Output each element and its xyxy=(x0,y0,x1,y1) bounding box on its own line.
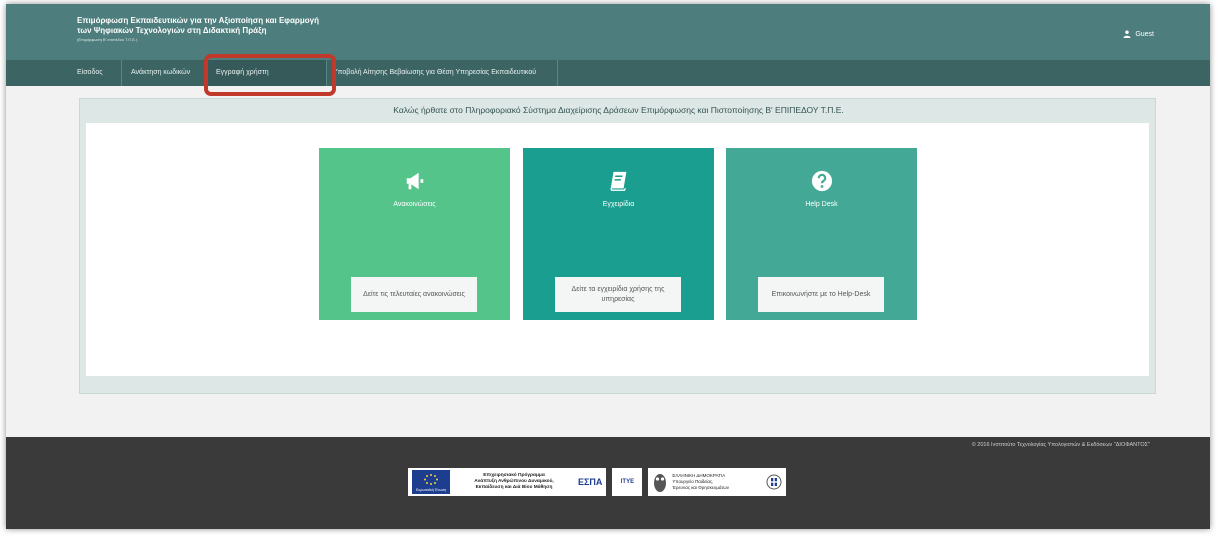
manuals-button[interactable]: Δείτε τα εγχειρίδια χρήσης της υπηρεσίας xyxy=(555,277,681,312)
ministry-owl-icon xyxy=(654,474,667,492)
itye-wordmark: ΙΤΥΕ xyxy=(620,479,635,485)
nav-item-login[interactable]: Είσοδος xyxy=(69,60,122,86)
site-title-line2: των Ψηφιακών Τεχνολογιών στη Διδακτική Π… xyxy=(77,26,267,35)
user-label: Guest xyxy=(1135,30,1154,38)
question-circle-icon xyxy=(811,170,832,192)
card-helpdesk: Help Desk Επικοινωνήστε με το Help-Desk xyxy=(726,148,917,320)
site-title-line3: (Επιμόρφωση Β' επιπέδου Τ.Π.Ε.) xyxy=(77,37,138,42)
main-panel: Καλώς ήρθατε στο Πληροφοριακό Σύστημα Δι… xyxy=(79,98,1156,394)
site-title[interactable]: Επιμόρφωση Εκπαιδευτικών για την Αξιοποί… xyxy=(77,16,319,44)
espa-logo: Ευρωπαϊκή Ένωση Επιχειρησιακό Πρόγραμμα … xyxy=(408,468,607,496)
site-header: Επιμόρφωση Εκπαιδευτικών για την Αξιοποί… xyxy=(6,4,1210,60)
sponsor-logos: Ευρωπαϊκή Ένωση Επιχειρησιακό Πρόγραμμα … xyxy=(408,467,787,497)
book-icon xyxy=(609,171,626,191)
eu-label: Ευρωπαϊκή Ένωση xyxy=(416,488,446,492)
user-icon xyxy=(1123,30,1131,38)
espa-program-text: Επιχειρησιακό Πρόγραμμα Ανάπτυξη Ανθρώπι… xyxy=(454,473,574,491)
card-title: Εγχειρίδια xyxy=(602,201,635,208)
ministry-line3: Έρευνας και Θρησκευμάτων xyxy=(672,485,730,490)
nav-item-user-registration[interactable]: Εγγραφή χρήστη xyxy=(206,60,327,86)
espa-line3: Εκπαίδευση και Διά Βίου Μάθηση xyxy=(475,485,553,490)
main-nav: Είσοδος Ανάκτηση κωδικών Εγγραφή χρήστη … xyxy=(6,60,1210,86)
user-menu[interactable]: Guest xyxy=(1123,30,1154,38)
card-title: Ανακοινώσεις xyxy=(393,201,436,208)
card-title: Help Desk xyxy=(805,201,838,208)
site-title-line1: Επιμόρφωση Εκπαιδευτικών για την Αξιοποί… xyxy=(77,16,319,25)
copyright-text: © 2016 Ινστιτούτο Τεχνολογίας Υπολογιστώ… xyxy=(971,442,1150,448)
nav-item-password-recovery[interactable]: Ανάκτηση κωδικών xyxy=(122,60,206,86)
welcome-text: Καλώς ήρθατε στο Πληροφοριακό Σύστημα Δι… xyxy=(393,105,844,115)
helpdesk-button[interactable]: Επικοινωνήστε με το Help-Desk xyxy=(758,277,884,312)
ministry-text: ΕΛΛΗΝΙΚΗ ΔΗΜΟΚΡΑΤΙΑ Υπουργείο Παιδείας, … xyxy=(672,473,762,491)
ministry-logo: ΕΛΛΗΝΙΚΗ ΔΗΜΟΚΡΑΤΙΑ Υπουργείο Παιδείας, … xyxy=(648,468,787,496)
greek-emblem-icon xyxy=(766,474,782,490)
card-announcements: Ανακοινώσεις Δείτε τις τελευταίες ανακοι… xyxy=(319,148,510,320)
espa-wordmark: ΕΣΠΑ xyxy=(578,477,603,487)
card-manuals: Εγχειρίδια Δείτε τα εγχειρίδια χρήσης τη… xyxy=(523,148,714,320)
announcements-button[interactable]: Δείτε τις τελευταίες ανακοινώσεις xyxy=(351,277,477,312)
megaphone-icon xyxy=(406,172,423,190)
eu-flag-icon: Ευρωπαϊκή Ένωση xyxy=(412,470,450,494)
cards-container: Ανακοινώσεις Δείτε τις τελευταίες ανακοι… xyxy=(86,123,1149,376)
site-footer: © 2016 Ινστιτούτο Τεχνολογίας Υπολογιστώ… xyxy=(6,437,1210,529)
nav-item-certificate-request[interactable]: Υποβολή Αίτησης Βεβαίωσης για Θέση Υπηρε… xyxy=(327,60,558,86)
browser-frame: Επιμόρφωση Εκπαιδευτικών για την Αξιοποί… xyxy=(6,4,1210,529)
itye-logo: ΙΤΥΕ xyxy=(612,468,643,496)
